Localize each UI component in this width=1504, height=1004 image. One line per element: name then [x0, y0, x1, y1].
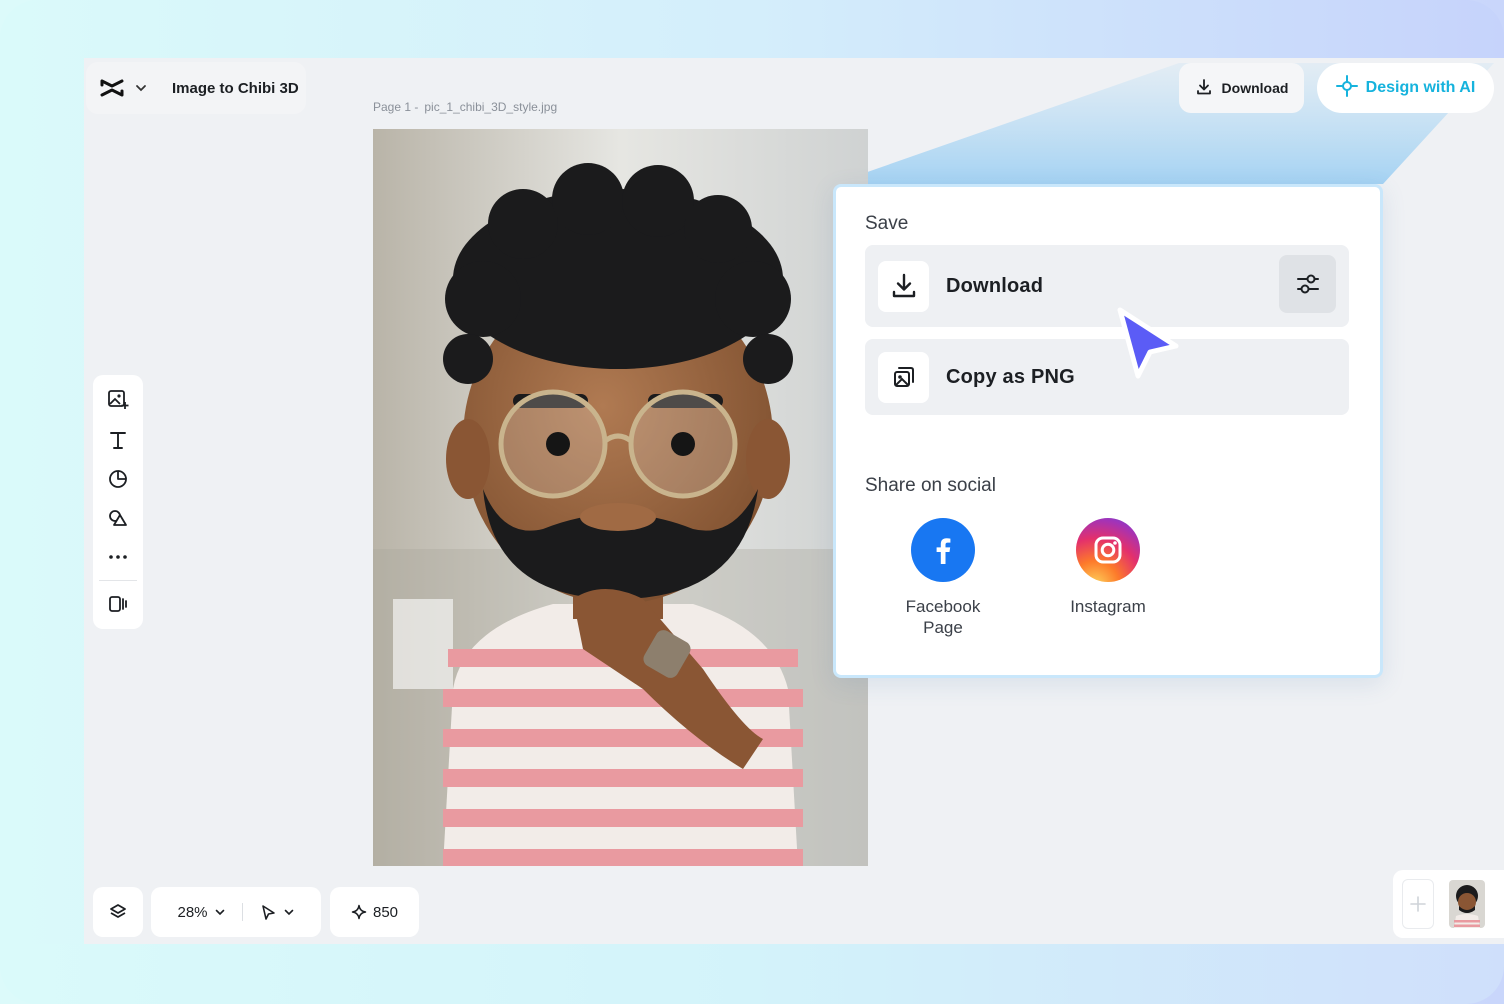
copy-as-png-option[interactable]: Copy as PNG: [865, 339, 1349, 415]
save-heading: Save: [865, 213, 909, 234]
chevron-down-icon[interactable]: [283, 906, 295, 918]
project-title: Image to Chibi 3D: [172, 79, 299, 97]
sparkle-icon: [351, 904, 367, 920]
credits-count: 850: [372, 903, 399, 921]
shapes-icon[interactable]: [105, 505, 131, 531]
layout-icon[interactable]: [105, 591, 131, 617]
canvas-image[interactable]: [373, 129, 868, 866]
bottom-band: [0, 944, 1504, 1004]
chevron-down-icon[interactable]: [214, 906, 226, 918]
text-icon[interactable]: [105, 427, 131, 453]
file-name: pic_1_chibi_3D_style.jpg: [424, 100, 558, 114]
zoom-level[interactable]: 28%: [177, 904, 207, 921]
add-image-icon[interactable]: [105, 386, 131, 412]
project-menu[interactable]: Image to Chibi 3D: [86, 62, 306, 114]
plus-icon: [1410, 896, 1426, 912]
download-icon: [1195, 78, 1213, 99]
page-number: Page 1 -: [373, 100, 419, 114]
chevron-down-icon[interactable]: [134, 81, 148, 95]
pointer-cursor-icon: [1117, 307, 1179, 379]
left-toolbar: [93, 375, 143, 629]
facebook-icon: [911, 518, 975, 582]
download-button[interactable]: Download: [1179, 63, 1304, 113]
more-icon[interactable]: [105, 544, 131, 570]
copy-as-png-label: Copy as PNG: [946, 365, 1075, 388]
share-facebook-page[interactable]: Facebook Page: [883, 518, 1003, 638]
save-panel: Save Download Copy as PNG Share on socia…: [833, 184, 1383, 678]
sliders-icon: [1296, 274, 1319, 294]
instagram-label: Instagram: [1070, 597, 1146, 616]
copy-image-icon: [878, 351, 929, 403]
capcut-logo-icon: [100, 78, 124, 98]
download-icon: [878, 260, 929, 312]
share-instagram[interactable]: Instagram: [1048, 518, 1168, 617]
ai-sparkle-icon: [1335, 74, 1358, 102]
credits-button[interactable]: 850: [330, 887, 419, 937]
sticker-icon[interactable]: [105, 466, 131, 492]
share-heading: Share on social: [865, 475, 996, 496]
pages-panel: [1393, 870, 1504, 938]
download-option-label: Download: [946, 274, 1044, 297]
chibi-avatar-image: [373, 129, 868, 866]
download-button-label: Download: [1221, 80, 1289, 96]
layers-button[interactable]: [93, 887, 143, 937]
design-with-ai-button[interactable]: Design with AI: [1317, 63, 1494, 113]
toolbar-divider: [99, 580, 137, 581]
download-settings-button[interactable]: [1279, 255, 1336, 313]
download-option[interactable]: Download: [865, 245, 1349, 327]
page-thumbnail[interactable]: [1449, 880, 1485, 928]
pointer-tool-icon[interactable]: [259, 903, 277, 921]
facebook-page-label: Facebook Page: [905, 597, 981, 637]
page-label: Page 1 - pic_1_chibi_3D_style.jpg: [373, 100, 563, 114]
app-frame: Image to Chibi 3D Page 1 - pic_1_chibi_3D…: [0, 0, 1504, 1004]
instagram-icon: [1076, 518, 1140, 582]
design-with-ai-label: Design with AI: [1365, 79, 1476, 96]
add-page-button[interactable]: [1402, 879, 1434, 929]
layers-icon: [110, 904, 126, 918]
zoom-and-pointer-controls: 28%: [151, 887, 321, 937]
divider: [241, 903, 243, 921]
